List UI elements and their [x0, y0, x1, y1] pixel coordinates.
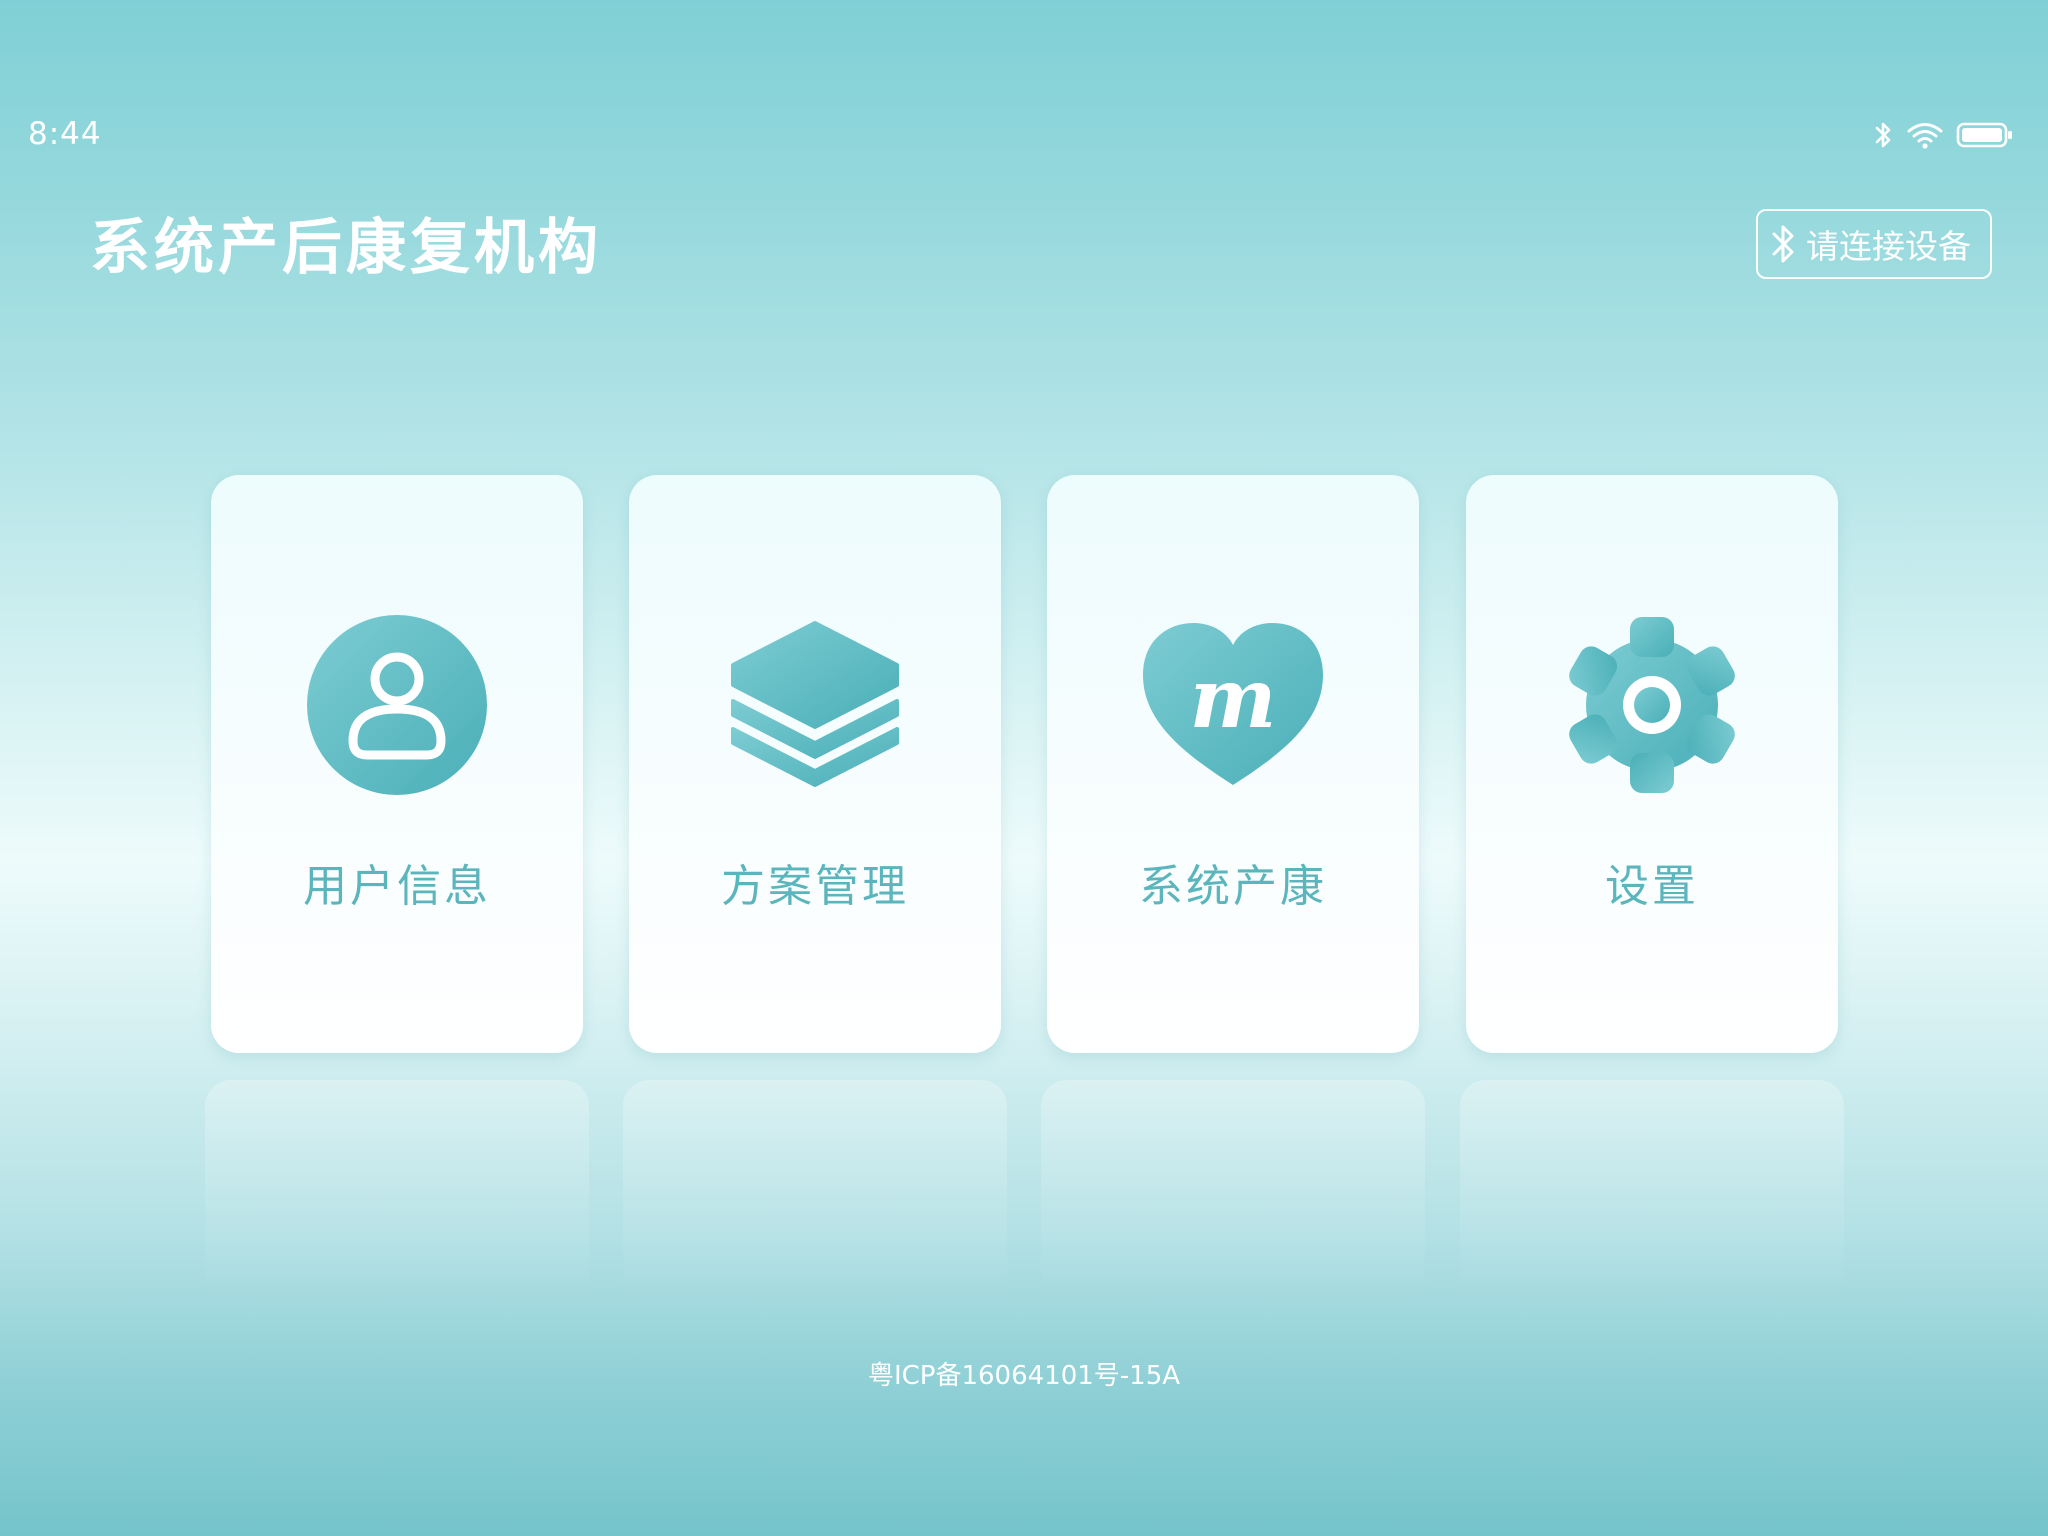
menu-card-settings[interactable]: 设置 [1466, 475, 1838, 1053]
status-icons [1874, 118, 2014, 152]
page-title: 系统产后康复机构 [90, 213, 602, 283]
layers-icon [725, 615, 905, 795]
menu-card-label: 用户信息 [303, 861, 491, 912]
user-icon [307, 615, 487, 795]
menu-card-postpartum-system[interactable]: m 系统产康 [1047, 475, 1419, 1053]
bluetooth-icon [1875, 122, 1891, 148]
bluetooth-icon [1772, 225, 1794, 263]
menu-card-label: 设置 [1605, 861, 1699, 912]
status-time: 8:44 [28, 116, 102, 152]
status-bar: 8:44 [0, 110, 2048, 158]
card-reflection [623, 1080, 1007, 1300]
connect-device-label: 请连接设备 [1806, 227, 1971, 266]
connect-device-button[interactable]: 请连接设备 [1756, 209, 1992, 279]
menu-card-label: 系统产康 [1139, 861, 1327, 912]
menu-card-user-info[interactable]: 用户信息 [211, 475, 583, 1053]
card-reflection [1460, 1080, 1844, 1300]
card-reflection [1041, 1080, 1425, 1300]
menu-card-plan-management[interactable]: 方案管理 [629, 475, 1001, 1053]
menu-card-label: 方案管理 [721, 861, 909, 912]
home-screen: { "status_bar": { "time": "8:44", "icons… [0, 0, 2048, 1536]
svg-text:m: m [1190, 651, 1277, 747]
gear-icon [1562, 615, 1742, 795]
icp-license-text: 粤ICP备16064101号-15A [867, 1361, 1181, 1391]
wifi-icon [1907, 123, 1943, 149]
menu-grid: 用户信息 方案管理 m 系统产康 设置 [211, 475, 1838, 1053]
card-reflection [205, 1080, 589, 1300]
heart-m-icon: m [1143, 615, 1323, 795]
battery-icon [1956, 122, 2012, 148]
